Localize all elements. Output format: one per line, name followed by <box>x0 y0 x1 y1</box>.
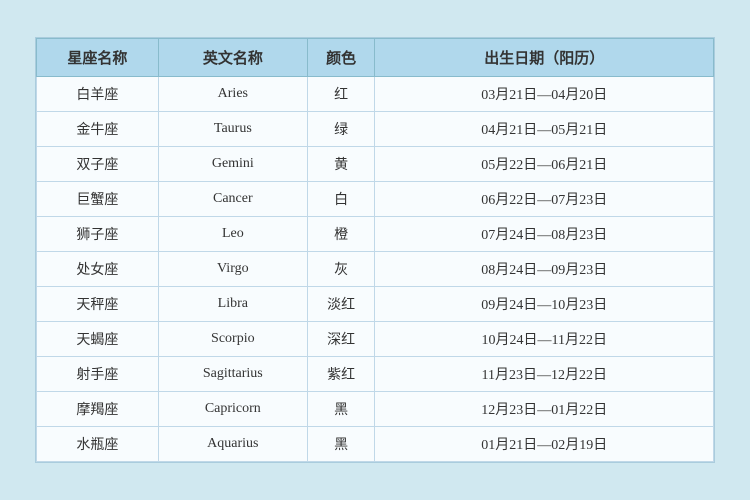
cell-chinese: 天秤座 <box>37 287 159 322</box>
cell-dates: 12月23日—01月22日 <box>375 392 714 427</box>
cell-chinese: 摩羯座 <box>37 392 159 427</box>
cell-dates: 07月24日—08月23日 <box>375 217 714 252</box>
cell-chinese: 巨蟹座 <box>37 182 159 217</box>
cell-chinese: 处女座 <box>37 252 159 287</box>
cell-english: Aries <box>158 77 307 112</box>
cell-dates: 09月24日—10月23日 <box>375 287 714 322</box>
cell-english: Leo <box>158 217 307 252</box>
cell-english: Cancer <box>158 182 307 217</box>
cell-color: 黑 <box>307 392 375 427</box>
cell-english: Scorpio <box>158 322 307 357</box>
table-row: 天蝎座Scorpio深红10月24日—11月22日 <box>37 322 714 357</box>
cell-dates: 05月22日—06月21日 <box>375 147 714 182</box>
cell-color: 黄 <box>307 147 375 182</box>
header-dates: 出生日期（阳历） <box>375 39 714 77</box>
cell-dates: 10月24日—11月22日 <box>375 322 714 357</box>
cell-color: 淡红 <box>307 287 375 322</box>
zodiac-table-container: 星座名称 英文名称 颜色 出生日期（阳历） 白羊座Aries红03月21日—04… <box>35 37 715 463</box>
table-row: 双子座Gemini黄05月22日—06月21日 <box>37 147 714 182</box>
table-row: 水瓶座Aquarius黑01月21日—02月19日 <box>37 427 714 462</box>
table-row: 巨蟹座Cancer白06月22日—07月23日 <box>37 182 714 217</box>
table-row: 摩羯座Capricorn黑12月23日—01月22日 <box>37 392 714 427</box>
cell-english: Virgo <box>158 252 307 287</box>
table-row: 白羊座Aries红03月21日—04月20日 <box>37 77 714 112</box>
header-color: 颜色 <box>307 39 375 77</box>
header-english-name: 英文名称 <box>158 39 307 77</box>
table-row: 处女座Virgo灰08月24日—09月23日 <box>37 252 714 287</box>
cell-chinese: 白羊座 <box>37 77 159 112</box>
cell-chinese: 金牛座 <box>37 112 159 147</box>
cell-english: Aquarius <box>158 427 307 462</box>
cell-color: 白 <box>307 182 375 217</box>
cell-dates: 11月23日—12月22日 <box>375 357 714 392</box>
cell-color: 紫红 <box>307 357 375 392</box>
cell-color: 黑 <box>307 427 375 462</box>
cell-english: Sagittarius <box>158 357 307 392</box>
cell-color: 橙 <box>307 217 375 252</box>
cell-chinese: 狮子座 <box>37 217 159 252</box>
table-row: 射手座Sagittarius紫红11月23日—12月22日 <box>37 357 714 392</box>
table-row: 狮子座Leo橙07月24日—08月23日 <box>37 217 714 252</box>
cell-english: Taurus <box>158 112 307 147</box>
cell-dates: 08月24日—09月23日 <box>375 252 714 287</box>
cell-color: 深红 <box>307 322 375 357</box>
cell-dates: 06月22日—07月23日 <box>375 182 714 217</box>
cell-dates: 04月21日—05月21日 <box>375 112 714 147</box>
cell-english: Libra <box>158 287 307 322</box>
cell-chinese: 双子座 <box>37 147 159 182</box>
cell-dates: 03月21日—04月20日 <box>375 77 714 112</box>
cell-color: 绿 <box>307 112 375 147</box>
table-header-row: 星座名称 英文名称 颜色 出生日期（阳历） <box>37 39 714 77</box>
cell-english: Capricorn <box>158 392 307 427</box>
zodiac-table: 星座名称 英文名称 颜色 出生日期（阳历） 白羊座Aries红03月21日—04… <box>36 38 714 462</box>
cell-color: 灰 <box>307 252 375 287</box>
cell-dates: 01月21日—02月19日 <box>375 427 714 462</box>
header-chinese-name: 星座名称 <box>37 39 159 77</box>
cell-chinese: 天蝎座 <box>37 322 159 357</box>
table-body: 白羊座Aries红03月21日—04月20日金牛座Taurus绿04月21日—0… <box>37 77 714 462</box>
cell-color: 红 <box>307 77 375 112</box>
table-row: 天秤座Libra淡红09月24日—10月23日 <box>37 287 714 322</box>
cell-english: Gemini <box>158 147 307 182</box>
cell-chinese: 射手座 <box>37 357 159 392</box>
table-row: 金牛座Taurus绿04月21日—05月21日 <box>37 112 714 147</box>
cell-chinese: 水瓶座 <box>37 427 159 462</box>
